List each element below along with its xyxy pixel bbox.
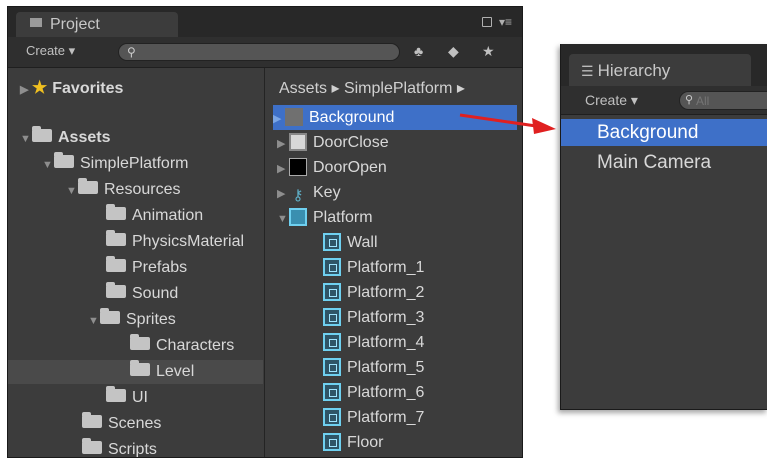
hierarchy-toolbar: Create ▾ ⚲ xyxy=(561,86,767,115)
hierarchy-search: ⚲ xyxy=(679,91,767,110)
sprite-icon xyxy=(323,332,341,351)
tree-item-characters[interactable]: Characters xyxy=(130,334,234,358)
asset-item-platform-2[interactable]: Platform_2 xyxy=(323,280,424,305)
lock-icon[interactable] xyxy=(482,17,492,27)
folder-icon xyxy=(106,204,126,221)
door-sprite-icon xyxy=(289,132,307,151)
sprite-icon xyxy=(323,382,341,401)
folder-icon xyxy=(106,282,126,299)
favorite-star-icon[interactable]: ★ xyxy=(482,43,495,60)
search-icon: ⚲ xyxy=(685,94,694,106)
folder-icon xyxy=(106,256,126,273)
asset-item-wall[interactable]: Wall xyxy=(323,230,378,255)
tree-item-animation[interactable]: Animation xyxy=(106,204,203,228)
breadcrumb[interactable]: Assets ▸ SimplePlatform ▸ xyxy=(279,78,465,98)
search-icon: ⚲ xyxy=(127,45,136,59)
tree-item-scenes[interactable]: Scenes xyxy=(82,412,161,436)
create-button[interactable]: Create ▾ xyxy=(26,43,75,59)
hierarchy-item-main-camera[interactable]: Main Camera xyxy=(561,149,767,176)
hierarchy-window: ☰Hierarchy Create ▾ ⚲ Background Main Ca… xyxy=(560,44,767,410)
drag-arrow-annotation xyxy=(459,113,556,134)
folder-icon xyxy=(100,308,120,325)
hierarchy-item-background[interactable]: Background xyxy=(561,119,767,146)
project-icon xyxy=(30,18,42,28)
tree-item-scripts[interactable]: Scripts xyxy=(82,438,157,457)
collapse-arrow-icon: ▼ xyxy=(88,315,99,327)
sprite-icon xyxy=(323,307,341,326)
star-icon: ★ xyxy=(32,78,48,97)
filter-by-type-icon[interactable]: ♣ xyxy=(414,43,423,59)
expand-arrow-icon: ▶ xyxy=(273,113,282,125)
folder-icon xyxy=(82,438,102,455)
hierarchy-tab-label: Hierarchy xyxy=(597,61,671,80)
collapse-arrow-icon: ▼ xyxy=(42,159,53,171)
hierarchy-tabbar: ☰ Hierarchy xyxy=(561,44,767,86)
collapse-arrow-icon: ▼ xyxy=(66,185,77,197)
folder-icon xyxy=(78,178,98,195)
folder-icon xyxy=(130,334,150,351)
hierarchy-create-button[interactable]: Create ▾ xyxy=(585,92,638,109)
panel-menu-icon[interactable]: ▾≡ xyxy=(499,16,512,28)
folder-icon xyxy=(106,386,126,403)
project-tabbar: Project ▾≡ xyxy=(8,7,522,37)
door-sprite-icon xyxy=(289,157,307,176)
asset-item-platform-1[interactable]: Platform_1 xyxy=(323,255,424,280)
expand-arrow-icon: ▶ xyxy=(277,138,286,150)
collapse-arrow-icon: ▼ xyxy=(20,133,31,145)
asset-item-key[interactable]: ▶ ⚷ Key xyxy=(277,180,341,205)
sprite-icon xyxy=(323,257,341,276)
sprite-icon xyxy=(323,407,341,426)
key-icon: ⚷ xyxy=(292,186,304,204)
expand-arrow-icon: ▶ xyxy=(277,163,286,175)
folder-icon xyxy=(54,152,74,169)
tree-item-resources[interactable]: ▼ Resources xyxy=(66,178,180,202)
asset-item-doorclose[interactable]: ▶ DoorClose xyxy=(277,130,389,155)
sprite-icon xyxy=(323,432,341,451)
sprite-icon xyxy=(323,357,341,376)
project-window: Project ▾≡ Create ▾ ⚲ ♣ ◆ ★ ▶ ★ Favorites … xyxy=(7,6,523,458)
folder-icon xyxy=(130,360,150,377)
asset-item-platform-6[interactable]: Platform_6 xyxy=(323,380,424,405)
hierarchy-list-icon: ☰ xyxy=(581,63,594,79)
project-toolbar: Create ▾ ⚲ ♣ ◆ ★ xyxy=(8,37,522,68)
spritesheet-icon xyxy=(289,207,307,226)
asset-item-platform-3[interactable]: Platform_3 xyxy=(323,305,424,330)
tree-item-simpleplatform[interactable]: ▼ SimplePlatform xyxy=(42,152,188,176)
asset-item-floor[interactable]: Floor xyxy=(323,430,383,455)
sprite-icon xyxy=(323,282,341,301)
tree-item-level[interactable]: Level xyxy=(8,360,263,384)
folder-icon xyxy=(32,126,52,143)
tree-item-prefabs[interactable]: Prefabs xyxy=(106,256,187,280)
asset-item-platform-4[interactable]: Platform_4 xyxy=(323,330,424,355)
asset-item-platform-5[interactable]: Platform_5 xyxy=(323,355,424,380)
folder-icon xyxy=(82,412,102,429)
collapse-arrow-icon: ▼ xyxy=(277,213,288,225)
expand-arrow-icon: ▶ xyxy=(20,84,29,96)
tree-item-ui[interactable]: UI xyxy=(106,386,148,410)
tab-project[interactable]: Project xyxy=(16,12,178,37)
filter-by-label-icon[interactable]: ◆ xyxy=(448,43,459,60)
sprite-icon xyxy=(323,232,341,251)
tree-item-favorites[interactable]: ▶ ★ Favorites xyxy=(20,76,123,100)
asset-item-platform-7[interactable]: Platform_7 xyxy=(323,405,424,430)
tree-item-physicsmaterial[interactable]: PhysicsMaterial xyxy=(106,230,244,254)
tree-item-assets[interactable]: ▼ Assets xyxy=(20,126,110,150)
tree-item-sprites[interactable]: ▼ Sprites xyxy=(88,308,176,332)
asset-item-platform[interactable]: ▼ Platform xyxy=(277,205,373,230)
folder-icon xyxy=(106,230,126,247)
asset-item-dooropen[interactable]: ▶ DoorOpen xyxy=(277,155,387,180)
folder-tree: ▶ ★ Favorites ▼ Assets ▼ SimplePlatform ▼ Res… xyxy=(8,68,265,457)
expand-arrow-icon: ▶ xyxy=(277,188,286,200)
tree-item-sound[interactable]: Sound xyxy=(106,282,178,306)
search-input[interactable]: ⚲ xyxy=(118,43,400,61)
hierarchy-search-input[interactable] xyxy=(696,92,767,109)
tab-hierarchy[interactable]: ☰ Hierarchy xyxy=(569,54,751,86)
sprite-icon xyxy=(285,107,303,126)
project-tab-label: Project xyxy=(50,16,100,33)
